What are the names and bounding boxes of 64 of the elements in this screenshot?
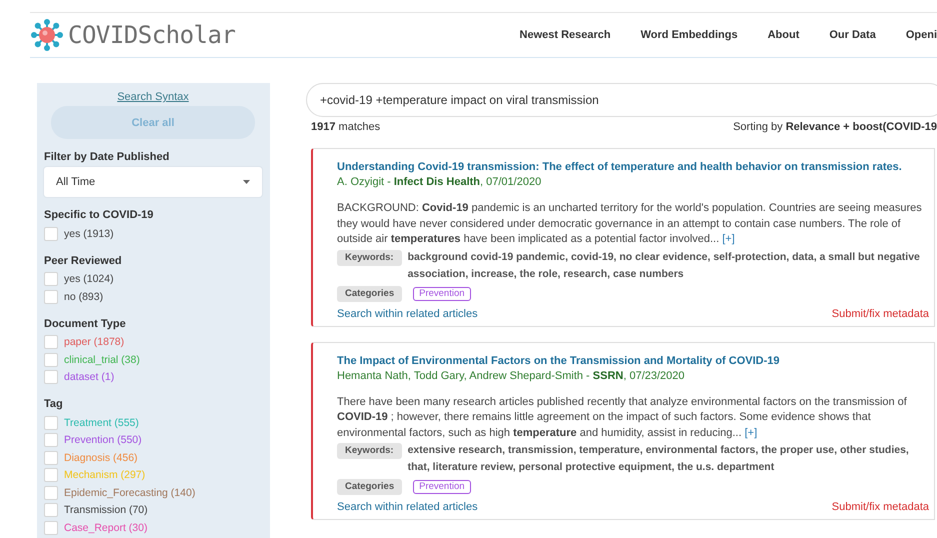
checkbox[interactable] <box>44 226 58 241</box>
option-label: Treatment (555) <box>64 416 139 429</box>
virus-logo-icon <box>30 18 64 52</box>
expand-link[interactable]: [+] <box>744 426 758 438</box>
search-syntax-link[interactable]: Search Syntax <box>117 91 189 103</box>
filter-heading: Filter by Date Published <box>44 151 170 163</box>
option-label: Case_Report (30) <box>64 522 148 534</box>
expand-link[interactable]: [+] <box>722 233 735 245</box>
keywords-text: extensive research, transmission, temperature, environmental factors, the proper use, other studies, that, literature review, personal protective equipment, the u.s. department <box>408 443 910 475</box>
checkbox[interactable] <box>44 450 58 465</box>
logo-text: COVIDScholar <box>68 21 236 49</box>
keywords-label: Keywords: <box>337 250 402 266</box>
category-tag: Prevention <box>413 286 471 300</box>
fix-metadata-link[interactable]: Submit/fix metadata <box>832 308 929 320</box>
checkbox[interactable] <box>44 433 58 448</box>
option-label: Prevention (550) <box>64 434 142 446</box>
keywords-label: Keywords: <box>337 443 402 459</box>
option-label: Epidemic_Forecasting (140) <box>64 486 196 499</box>
nav-link[interactable]: Newest Research <box>520 29 611 41</box>
checkbox[interactable] <box>44 520 58 535</box>
checkbox[interactable] <box>44 416 58 430</box>
option-label: dataset (1) <box>64 371 114 384</box>
filter-heading: Document Type <box>44 318 127 330</box>
checkbox[interactable] <box>44 370 58 384</box>
fix-metadata-link[interactable]: Submit/fix metadata <box>832 501 929 513</box>
search-field[interactable]: +covid-19 +temperature impact on viral transmission <box>306 83 937 117</box>
option-label: Diagnosis (456) <box>64 452 138 464</box>
sort-label: Sorting by Relevance + boost(COVID-19 <box>733 121 937 133</box>
nav-link[interactable]: Word Embeddings <box>640 29 738 41</box>
article-byline: Hemanta Nath, Todd Gary, Andrew Shepard-Smith - SSRN, 07/23/2020 <box>337 370 686 382</box>
option-label: yes (1024) <box>64 273 114 286</box>
related-articles-link[interactable]: Search within related articles <box>337 501 478 513</box>
categories-label: Categories <box>337 286 402 302</box>
caret-icon <box>243 180 250 184</box>
match-count: 1917 matches <box>311 121 380 133</box>
categories-label: Categories <box>337 479 402 495</box>
option-label: Mechanism (297) <box>64 469 146 482</box>
filter-heading: Tag <box>44 398 64 410</box>
checkbox[interactable] <box>44 352 58 367</box>
keywords-text: background covid-19 pandemic, covid-19, no clear evidence, self-protection, data, a small but negative association, increase, the role, research, case numbers <box>408 250 921 282</box>
date-dropdown[interactable]: All Time <box>44 167 262 197</box>
nav-link[interactable]: Our Data <box>829 29 876 41</box>
nav-link[interactable]: Openi <box>906 29 937 41</box>
option-label: Transmission (70) <box>64 504 148 516</box>
option-label: no (893) <box>64 290 104 303</box>
article-abstract: BACKGROUND: Covid-19 pandemic is an uncharted territory for the world's population. Countries are seeing measures they would have never considered under democratic governance in an attempt to contain case numbers. The role of outside air temperatures have been implicated as a potential factor involved... [+] <box>337 201 923 247</box>
related-articles-link[interactable]: Search within related articles <box>337 308 478 320</box>
option-label: yes (1913) <box>64 228 114 240</box>
category-tag: Prevention <box>413 480 471 494</box>
checkbox[interactable] <box>44 503 58 518</box>
checkbox[interactable] <box>44 486 58 500</box>
filter-heading: Specific to COVID-19 <box>44 209 154 221</box>
option-label: paper (1878) <box>64 336 124 348</box>
checkbox[interactable] <box>44 468 58 482</box>
article-byline: A. Ozyigit - Infect Dis Health, 07/01/2020 <box>337 176 542 188</box>
checkbox[interactable] <box>44 290 58 304</box>
nav-link[interactable]: About <box>768 29 800 41</box>
option-label: clinical_trial (38) <box>64 354 140 366</box>
checkbox[interactable] <box>44 272 58 286</box>
filter-heading: Peer Reviewed <box>44 254 123 266</box>
article-title-link[interactable]: Understanding Covid-19 transmission: The effect of temperature and health behavior on transmission rates. <box>337 161 929 173</box>
checkbox[interactable] <box>44 335 58 350</box>
article-abstract: There have been many research articles published recently that analyze environmental factors on the transmission of COVID-19 ; however, there remains little agreement on the impact of such factors. Some evidence shows that environmental factors, such as high temperature and humidity, assist in reducing... [+] <box>337 394 908 440</box>
article-title-link[interactable]: The Impact of Environmental Factors on the Transmission and Mortality of COVID-19 <box>337 354 929 366</box>
